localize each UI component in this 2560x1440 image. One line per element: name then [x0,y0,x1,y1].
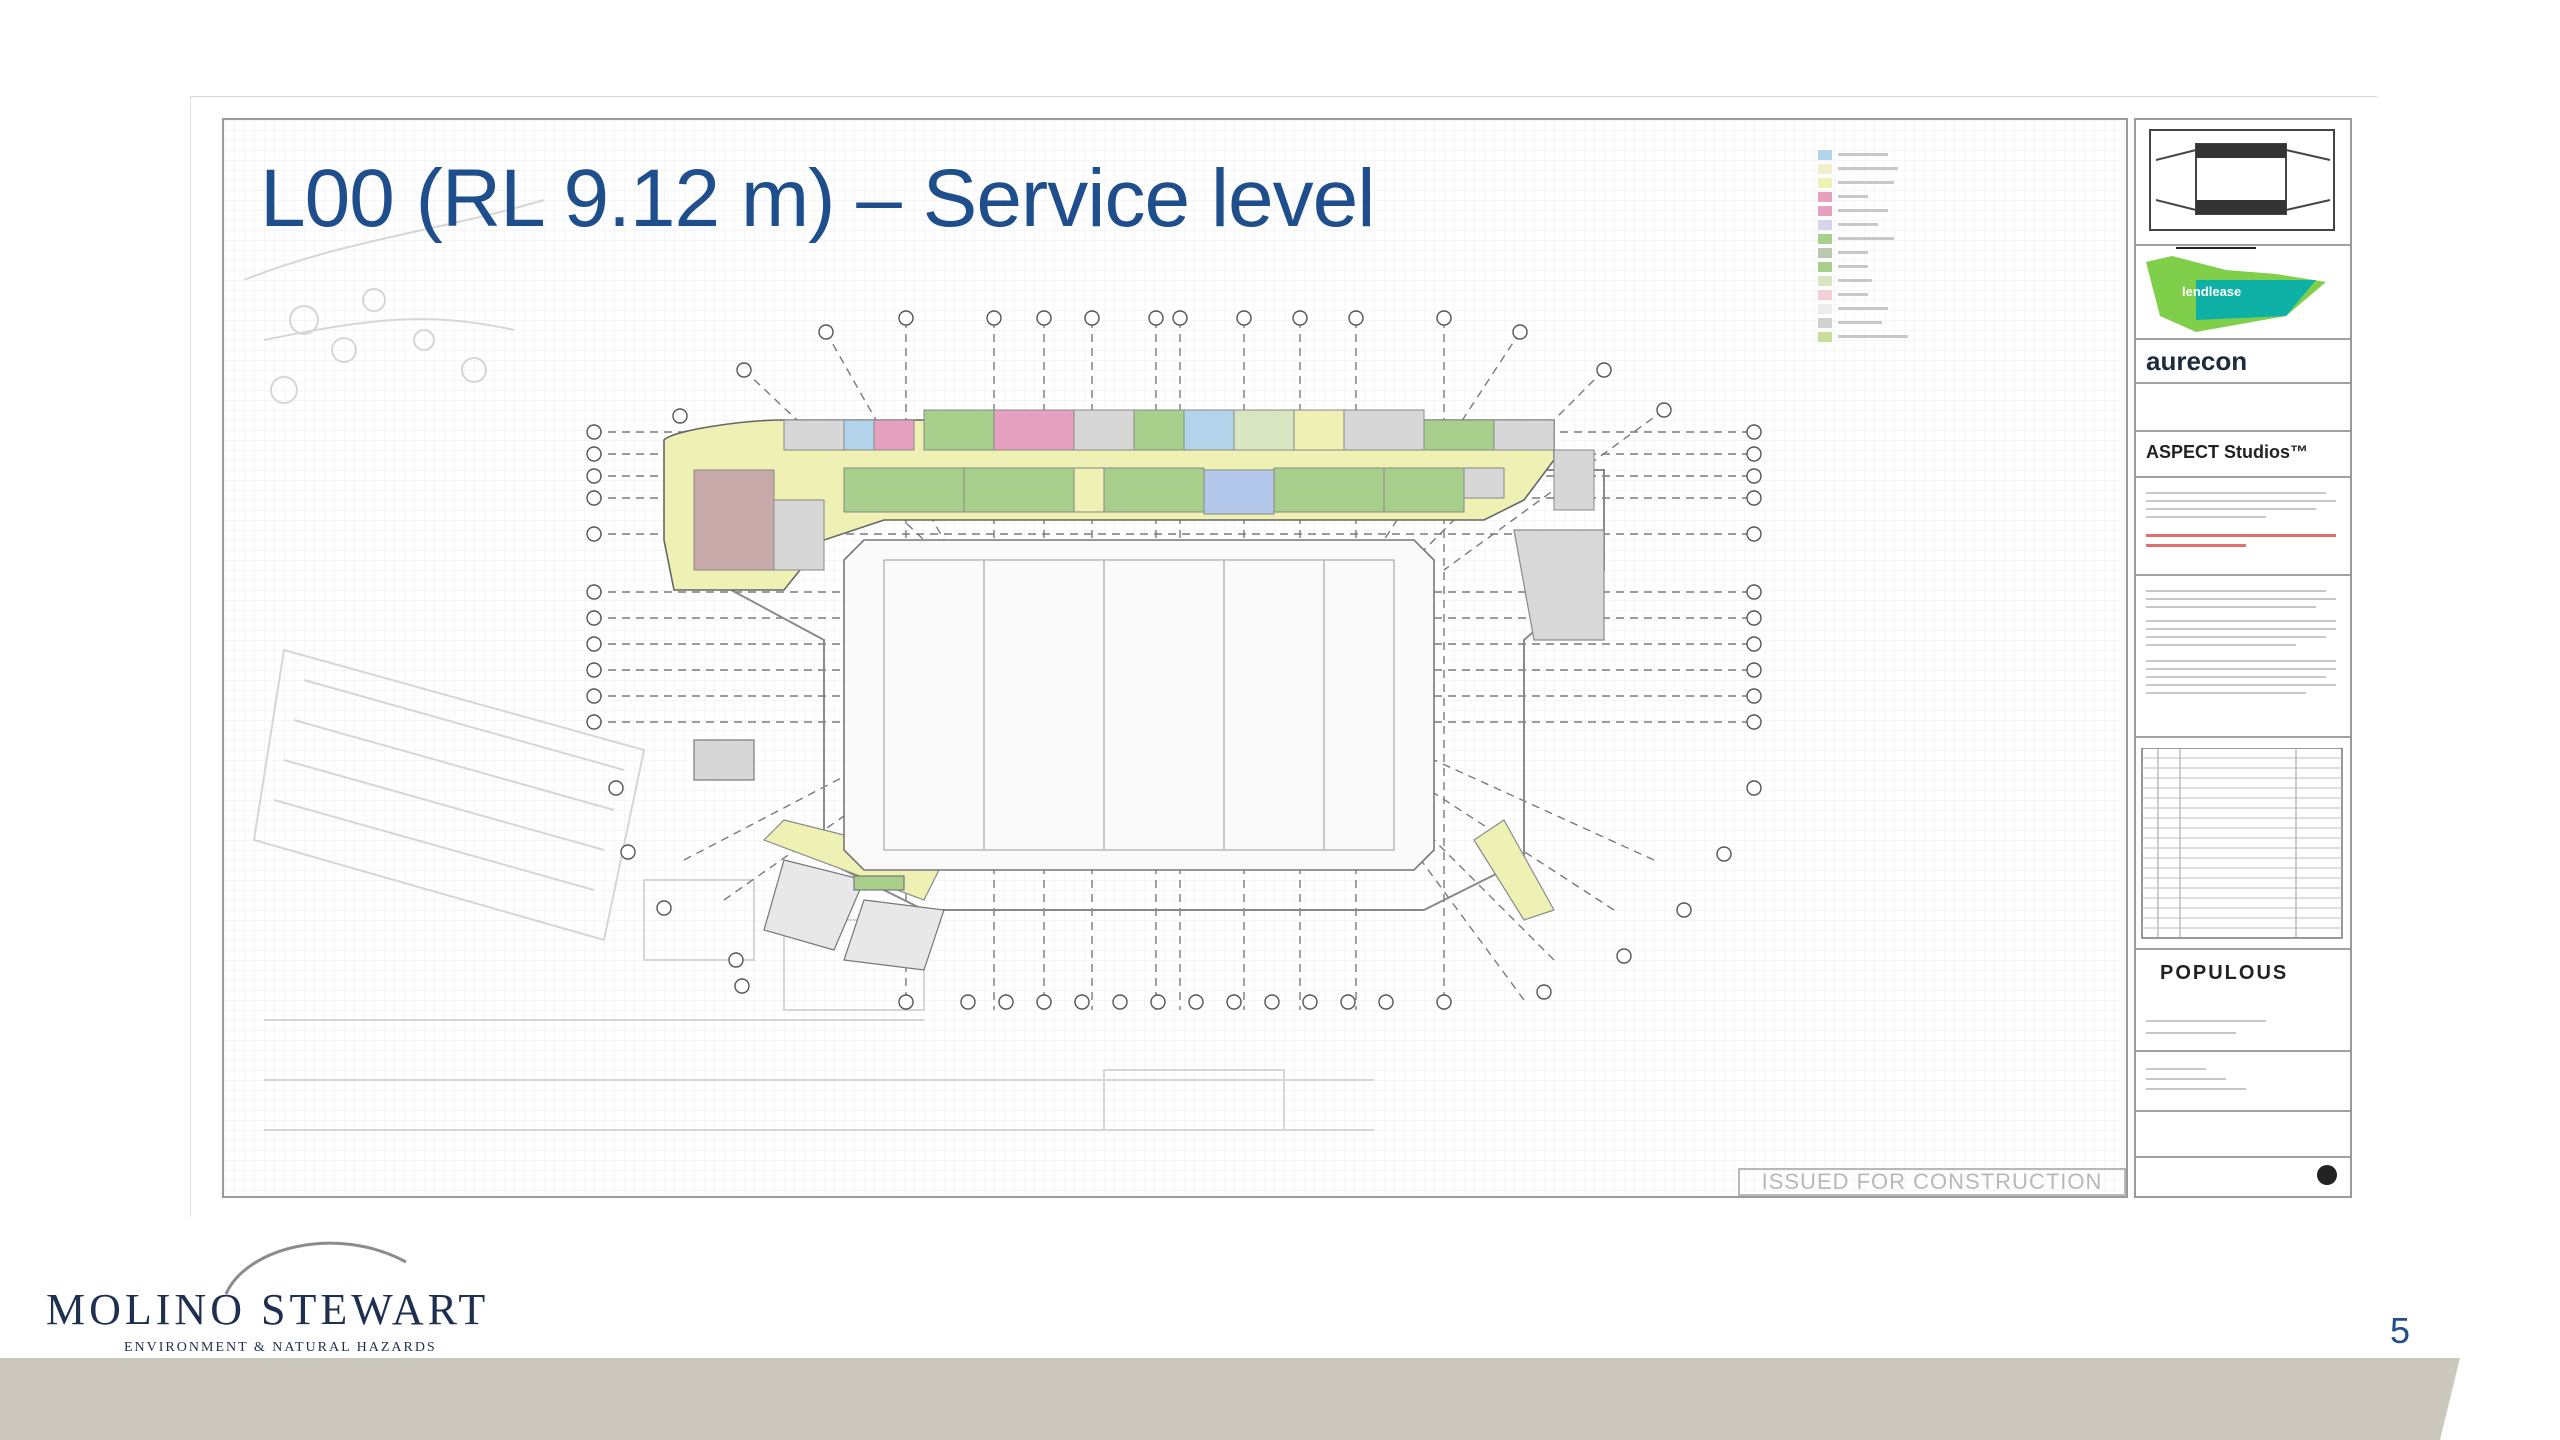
logo-sub-text: ENVIRONMENT & NATURAL HAZARDS [124,1340,437,1355]
sheet-title-line [2146,1078,2226,1080]
disclaimer-line [2146,660,2336,662]
disclaimer-line [2146,692,2306,694]
tb-divider [2136,574,2350,576]
pitch [843,539,1435,871]
key-plan-icon [2146,129,2335,332]
north-point-icon [2317,1165,2337,1185]
drawing-sheet: L00 (RL 9.12 m) – Service level ISSUED F… [222,118,2128,1198]
tb-divider [2136,1110,2350,1112]
project-line [2146,1020,2266,1022]
red-note [2146,534,2336,537]
disclaimer-line [2146,598,2336,600]
populous-logo: POPULOUS [2160,962,2289,984]
aurecon-logo: aurecon [2146,346,2248,376]
issued-for-construction-stamp: ISSUED FOR CONSTRUCTION [1738,1168,2126,1196]
red-note [2146,544,2246,547]
tb-divider [2136,382,2350,384]
logo-main-text: MOLINO STEWART [46,1285,490,1334]
revision-table [2141,748,2343,939]
tb-divider [2136,1050,2350,1052]
tb-divider [2136,476,2350,478]
tb-divider [2136,338,2350,340]
drawing-title-block: lendlease aurecon ASPECT Studios™ POPULO… [2134,118,2352,1198]
tb-divider [2136,244,2350,246]
notes-line [2146,500,2336,502]
disclaimer-line [2146,644,2296,646]
page-title: L00 (RL 9.12 m) – Service level [260,153,1375,244]
project-line [2146,1032,2236,1034]
tb-divider [2136,430,2350,432]
disclaimer-line [2146,636,2326,638]
lendlease-logo-text: lendlease [2182,284,2242,299]
notes-line [2146,508,2316,510]
footer-band [0,1358,2460,1440]
notes-line [2146,492,2326,494]
sheet-title-line [2146,1088,2246,1090]
disclaimer-line [2146,606,2316,608]
aspect-studios-logo: ASPECT Studios™ [2146,442,2309,462]
disclaimer-line [2146,684,2336,686]
tb-divider [2136,736,2350,738]
disclaimer-line [2146,676,2326,678]
disclaimer-line [2146,668,2336,670]
tb-divider [2136,948,2350,950]
disclaimer-line [2146,620,2336,622]
site-plan [224,120,2126,1196]
molino-stewart-logo: MOLINO STEWART ENVIRONMENT & NATURAL HAZ… [46,1228,526,1358]
page-number: 5 [2390,1310,2411,1351]
sheet-title-line [2146,1068,2206,1070]
tb-divider [2136,1156,2350,1158]
disclaimer-line [2146,590,2326,592]
disclaimer-line [2146,628,2336,630]
notes-line [2146,516,2266,518]
